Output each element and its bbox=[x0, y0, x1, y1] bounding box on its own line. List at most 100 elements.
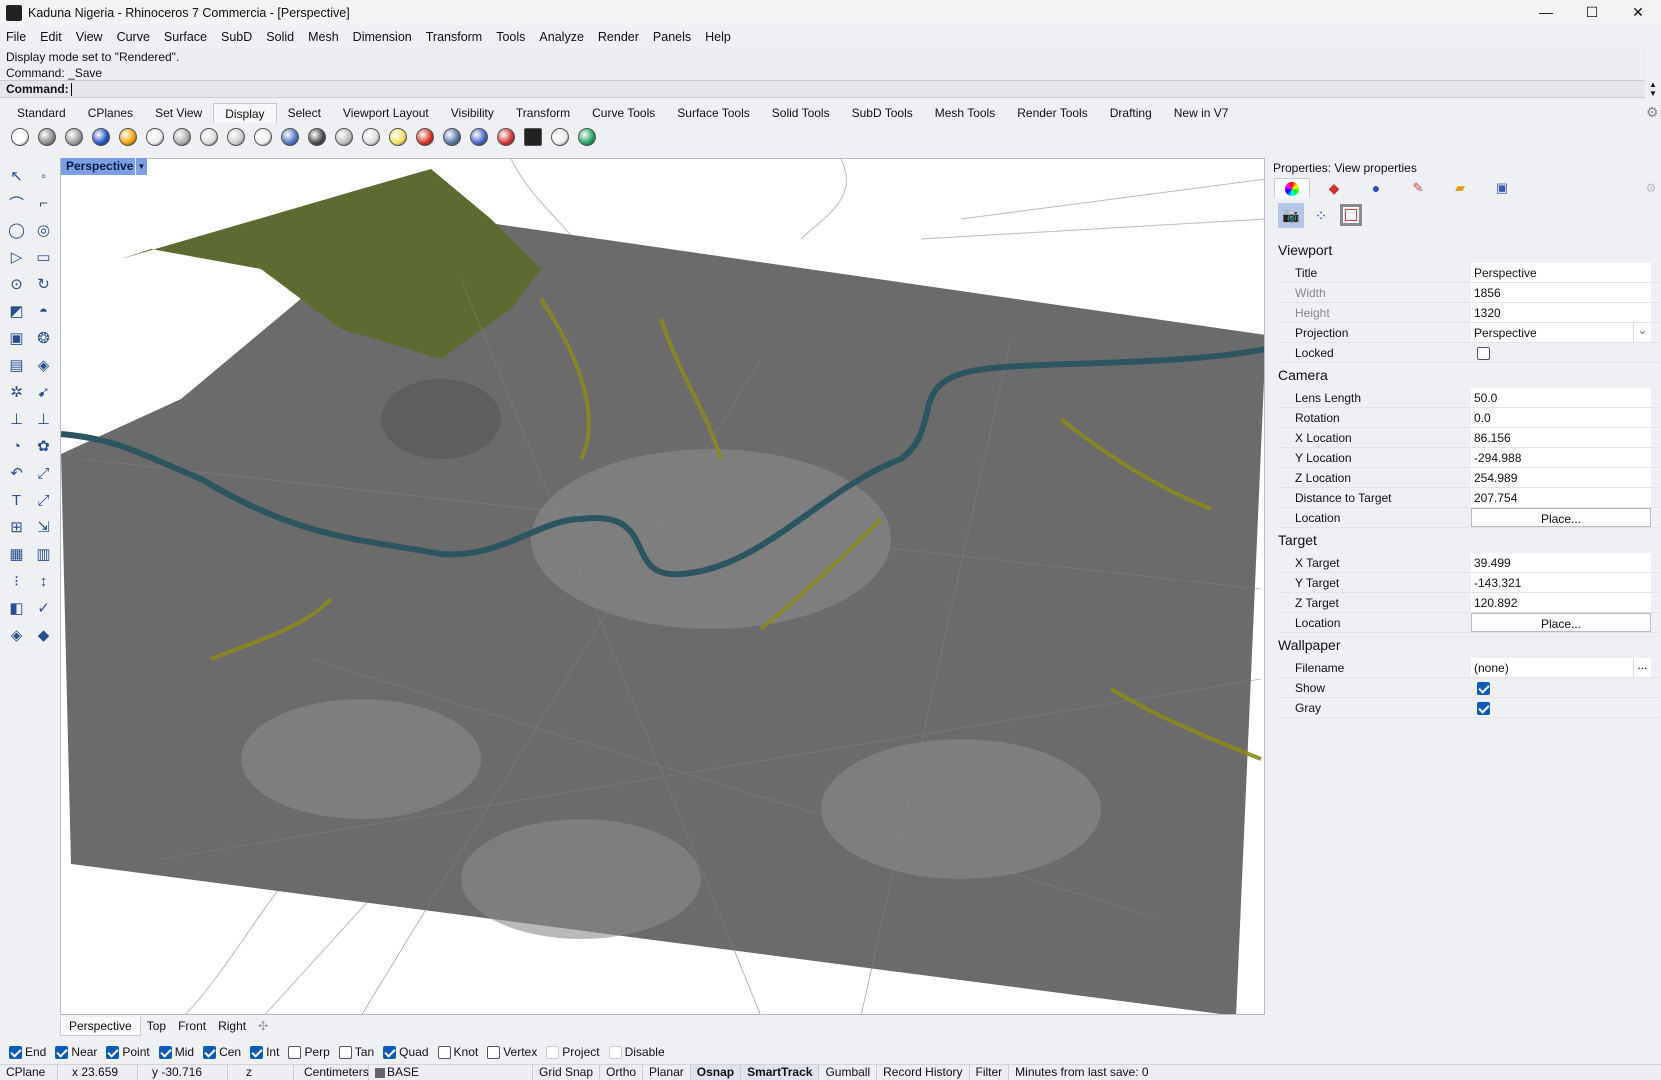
tab-display[interactable]: Display bbox=[213, 103, 277, 123]
osnap-cen[interactable]: Cen bbox=[200, 1045, 241, 1059]
tab-perspective[interactable]: Perspective bbox=[60, 1016, 141, 1036]
layer-indicator[interactable]: BASE bbox=[369, 1065, 533, 1080]
checkbox[interactable] bbox=[55, 1045, 69, 1059]
left-tool-icon[interactable]: ⊞ bbox=[6, 516, 28, 538]
checkbox[interactable] bbox=[9, 1045, 22, 1059]
lens-length-field[interactable]: 50.0 bbox=[1471, 388, 1651, 407]
tab-transform[interactable]: Transform bbox=[505, 103, 581, 123]
osnap-quad[interactable]: Quad bbox=[380, 1045, 429, 1059]
object-color-tab-icon[interactable] bbox=[1274, 178, 1310, 198]
left-tool-icon[interactable]: ◩ bbox=[6, 300, 28, 322]
smarttrack-toggle[interactable]: SmartTrack bbox=[741, 1065, 820, 1080]
checkbox[interactable] bbox=[546, 1045, 560, 1059]
command-line[interactable]: Command: bbox=[0, 80, 1645, 98]
osnap-int[interactable]: Int bbox=[247, 1045, 279, 1059]
command-scroll[interactable]: ▲ ▼ bbox=[1645, 80, 1661, 98]
tab-render-tools[interactable]: Render Tools bbox=[1006, 103, 1099, 123]
menu-file[interactable]: File bbox=[6, 30, 26, 44]
z-target-field[interactable]: 120.892 bbox=[1471, 593, 1651, 612]
tab-front[interactable]: Front bbox=[172, 1019, 212, 1033]
xray-icon[interactable] bbox=[224, 125, 248, 149]
locked-checkbox[interactable] bbox=[1477, 347, 1490, 361]
folder-tab-icon[interactable]: ▰ bbox=[1442, 178, 1478, 198]
show-checkbox[interactable] bbox=[1477, 682, 1490, 696]
cplane-indicator[interactable]: CPlane bbox=[0, 1065, 58, 1080]
arctic-icon[interactable] bbox=[116, 125, 140, 149]
checkbox[interactable] bbox=[487, 1045, 501, 1059]
osnap-near[interactable]: Near bbox=[52, 1045, 97, 1059]
z-location-field[interactable]: 254.989 bbox=[1471, 468, 1651, 487]
osnap-mid[interactable]: Mid bbox=[156, 1045, 194, 1059]
left-tool-icon[interactable]: ◎ bbox=[33, 219, 55, 241]
osnap-disable[interactable]: Disable bbox=[606, 1045, 665, 1059]
filter-toggle[interactable]: Filter bbox=[970, 1065, 1010, 1080]
left-tool-icon[interactable]: ◓ bbox=[33, 300, 55, 322]
chevron-down-icon[interactable]: ⌄ bbox=[1633, 323, 1651, 342]
checkbox[interactable] bbox=[250, 1045, 264, 1059]
projection-field[interactable]: Perspective ⌄ bbox=[1471, 323, 1651, 342]
lightbulb-icon[interactable] bbox=[386, 125, 410, 149]
menu-tools[interactable]: Tools bbox=[496, 30, 525, 44]
place-button[interactable]: Place... bbox=[1471, 613, 1651, 632]
tab-curve-tools[interactable]: Curve Tools bbox=[581, 103, 666, 123]
raytraced-icon[interactable] bbox=[278, 125, 302, 149]
left-tool-icon[interactable]: ⇲ bbox=[33, 516, 55, 538]
tab-set-view[interactable]: Set View bbox=[144, 103, 213, 123]
close-button[interactable]: ✕ bbox=[1615, 0, 1661, 25]
title-field[interactable]: Perspective bbox=[1471, 263, 1651, 282]
y-location-field[interactable]: -294.988 bbox=[1471, 448, 1651, 467]
tab-solid-tools[interactable]: Solid Tools bbox=[761, 103, 841, 123]
wireframe-icon[interactable] bbox=[8, 125, 32, 149]
perspective-viewport[interactable] bbox=[60, 158, 1265, 1015]
grid-snap-toggle[interactable]: Grid Snap bbox=[533, 1065, 601, 1080]
gumball-toggle[interactable]: Gumball bbox=[819, 1065, 878, 1080]
left-tool-icon[interactable]: ◯ bbox=[6, 219, 28, 241]
pen-icon[interactable] bbox=[197, 125, 221, 149]
menu-view[interactable]: View bbox=[76, 30, 103, 44]
left-tool-icon[interactable]: ⤢ bbox=[33, 489, 55, 511]
left-tool-icon[interactable]: ⊥ bbox=[6, 408, 28, 430]
left-tool-icon[interactable]: ✓ bbox=[33, 597, 55, 619]
left-tool-icon[interactable]: ✿ bbox=[33, 435, 55, 457]
menu-dimension[interactable]: Dimension bbox=[353, 30, 412, 44]
osnap-toggle[interactable]: Osnap bbox=[690, 1065, 742, 1080]
isocurve-off-icon[interactable] bbox=[494, 125, 518, 149]
osnap-point[interactable]: Point bbox=[103, 1045, 150, 1059]
menu-analyze[interactable]: Analyze bbox=[539, 30, 583, 44]
menu-edit[interactable]: Edit bbox=[40, 30, 62, 44]
checkbox[interactable] bbox=[338, 1045, 352, 1059]
technical-icon[interactable] bbox=[143, 125, 167, 149]
menu-transform[interactable]: Transform bbox=[426, 30, 483, 44]
units[interactable]: Centimeters bbox=[294, 1065, 369, 1080]
material-tab-icon[interactable]: ● bbox=[1358, 178, 1394, 198]
shade-selected-icon[interactable] bbox=[332, 125, 356, 149]
left-tool-icon[interactable]: ▦ bbox=[6, 543, 28, 565]
tab-top[interactable]: Top bbox=[141, 1019, 172, 1033]
osnap-vertex[interactable]: Vertex bbox=[484, 1045, 537, 1059]
left-tool-icon[interactable]: T bbox=[6, 489, 28, 511]
maximize-button[interactable]: ☐ bbox=[1569, 0, 1615, 25]
panel-settings-icon[interactable]: ⚙ bbox=[1642, 178, 1660, 198]
left-tool-icon[interactable]: ▷ bbox=[6, 246, 28, 268]
left-tool-icon[interactable]: ◧ bbox=[6, 597, 28, 619]
menu-mesh[interactable]: Mesh bbox=[308, 30, 339, 44]
display-options-icon[interactable] bbox=[305, 125, 329, 149]
checkbox[interactable] bbox=[383, 1045, 397, 1059]
tab-new-in-v7[interactable]: New in V7 bbox=[1163, 103, 1240, 123]
rendered-icon[interactable] bbox=[89, 125, 113, 149]
checkbox[interactable] bbox=[608, 1045, 622, 1059]
viewport-title[interactable]: Perspective bbox=[61, 158, 139, 175]
osnap-end[interactable]: End bbox=[6, 1045, 46, 1059]
browse-button[interactable]: ... bbox=[1633, 658, 1651, 677]
tab-select[interactable]: Select bbox=[277, 103, 332, 123]
osnap-tan[interactable]: Tan bbox=[336, 1045, 374, 1059]
shaded-icon[interactable] bbox=[35, 125, 59, 149]
x-target-field[interactable]: 39.499 bbox=[1471, 553, 1651, 572]
menu-surface[interactable]: Surface bbox=[164, 30, 207, 44]
render-tab-icon[interactable]: ✎ bbox=[1400, 178, 1436, 198]
left-tool-icon[interactable]: ◔ bbox=[6, 435, 28, 457]
tab-mesh-tools[interactable]: Mesh Tools bbox=[924, 103, 1006, 123]
tab-surface-tools[interactable]: Surface Tools bbox=[666, 103, 761, 123]
menu-solid[interactable]: Solid bbox=[266, 30, 294, 44]
unshade-icon[interactable] bbox=[359, 125, 383, 149]
